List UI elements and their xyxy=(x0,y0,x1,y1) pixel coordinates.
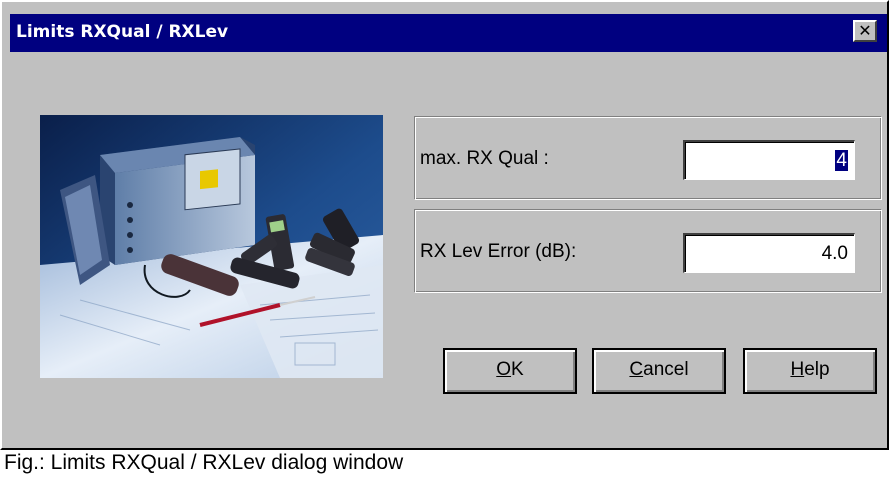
limits-dialog: Limits RXQual / RXLev ✕ max. RX Qual: 4… xyxy=(0,0,889,450)
dialog-title: Limits RXQual / RXLev xyxy=(16,22,229,42)
ok-label-rest: K xyxy=(511,359,524,380)
help-mnemonic: H xyxy=(790,359,805,380)
rx-lev-group: RX Lev Error (dB): 4.0 xyxy=(414,209,882,293)
close-button[interactable]: ✕ xyxy=(853,20,877,42)
test-equipment-photo xyxy=(40,115,383,378)
rx-qual-value: 4 xyxy=(835,150,848,171)
ok-mnemonic: O xyxy=(496,359,512,380)
rx-lev-input[interactable]: 4.0 xyxy=(683,233,855,273)
close-icon: ✕ xyxy=(858,21,872,40)
help-label-rest: elp xyxy=(804,359,830,380)
cancel-mnemonic: C xyxy=(629,359,644,380)
rx-lev-value: 4.0 xyxy=(821,243,848,264)
cancel-label-rest: ancel xyxy=(643,359,689,380)
rx-lev-label: RX Lev Error (dB): xyxy=(420,241,577,262)
title-bar: Limits RXQual / RXLev ✕ xyxy=(10,14,887,52)
ok-button[interactable]: OK xyxy=(443,348,577,394)
rx-qual-group: max. RX Qual : 4 xyxy=(414,116,882,200)
rx-qual-input[interactable]: 4 xyxy=(683,140,855,180)
help-button[interactable]: Help xyxy=(743,348,877,394)
cancel-button[interactable]: Cancel xyxy=(592,348,726,394)
rx-qual-label: max. RX Qual : xyxy=(420,148,549,169)
figure-caption: Fig.: Limits RXQual / RXLev dialog windo… xyxy=(4,451,404,474)
